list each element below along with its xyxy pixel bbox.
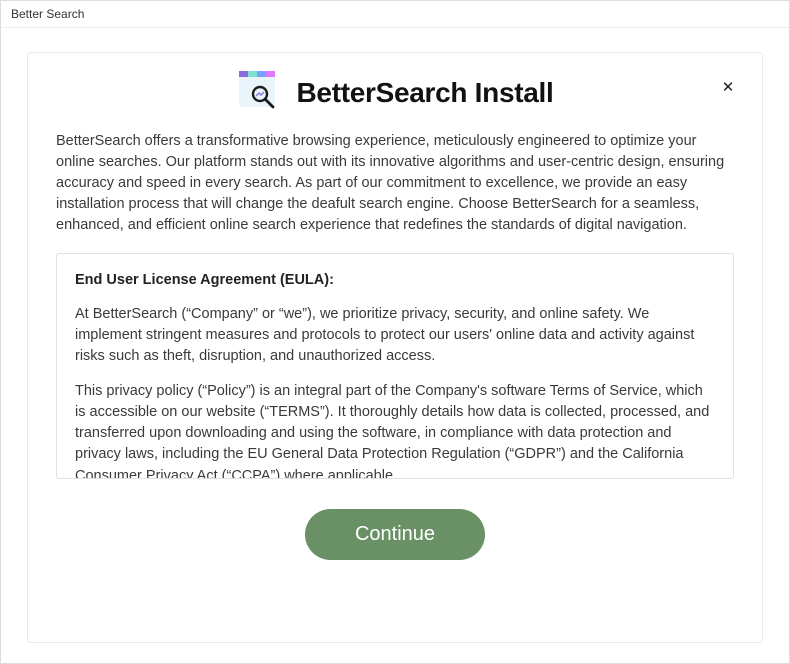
installer-title: BetterSearch Install xyxy=(297,77,554,109)
close-icon: ✕ xyxy=(722,78,735,96)
button-row: Continue xyxy=(56,509,734,560)
content-area: BetterSearch Install ✕ BetterSearch offe… xyxy=(1,28,789,663)
installer-card: BetterSearch Install ✕ BetterSearch offe… xyxy=(27,52,763,643)
eula-paragraph: This privacy policy (“Policy”) is an int… xyxy=(75,381,715,479)
installer-window: Better Search BetterSearch Install xyxy=(0,0,790,664)
continue-button[interactable]: Continue xyxy=(305,509,485,560)
intro-text: BetterSearch offers a transformative bro… xyxy=(56,131,734,235)
header-inner: BetterSearch Install xyxy=(237,71,554,115)
bettersearch-logo-icon xyxy=(237,71,281,115)
card-header: BetterSearch Install ✕ xyxy=(56,71,734,115)
eula-paragraph: At BetterSearch (“Company” or “we”), we … xyxy=(75,304,715,367)
eula-heading: End User License Agreement (EULA): xyxy=(75,270,715,291)
close-button[interactable]: ✕ xyxy=(716,75,740,99)
eula-scrollbox[interactable]: End User License Agreement (EULA): At Be… xyxy=(56,253,734,479)
window-title: Better Search xyxy=(1,1,789,28)
